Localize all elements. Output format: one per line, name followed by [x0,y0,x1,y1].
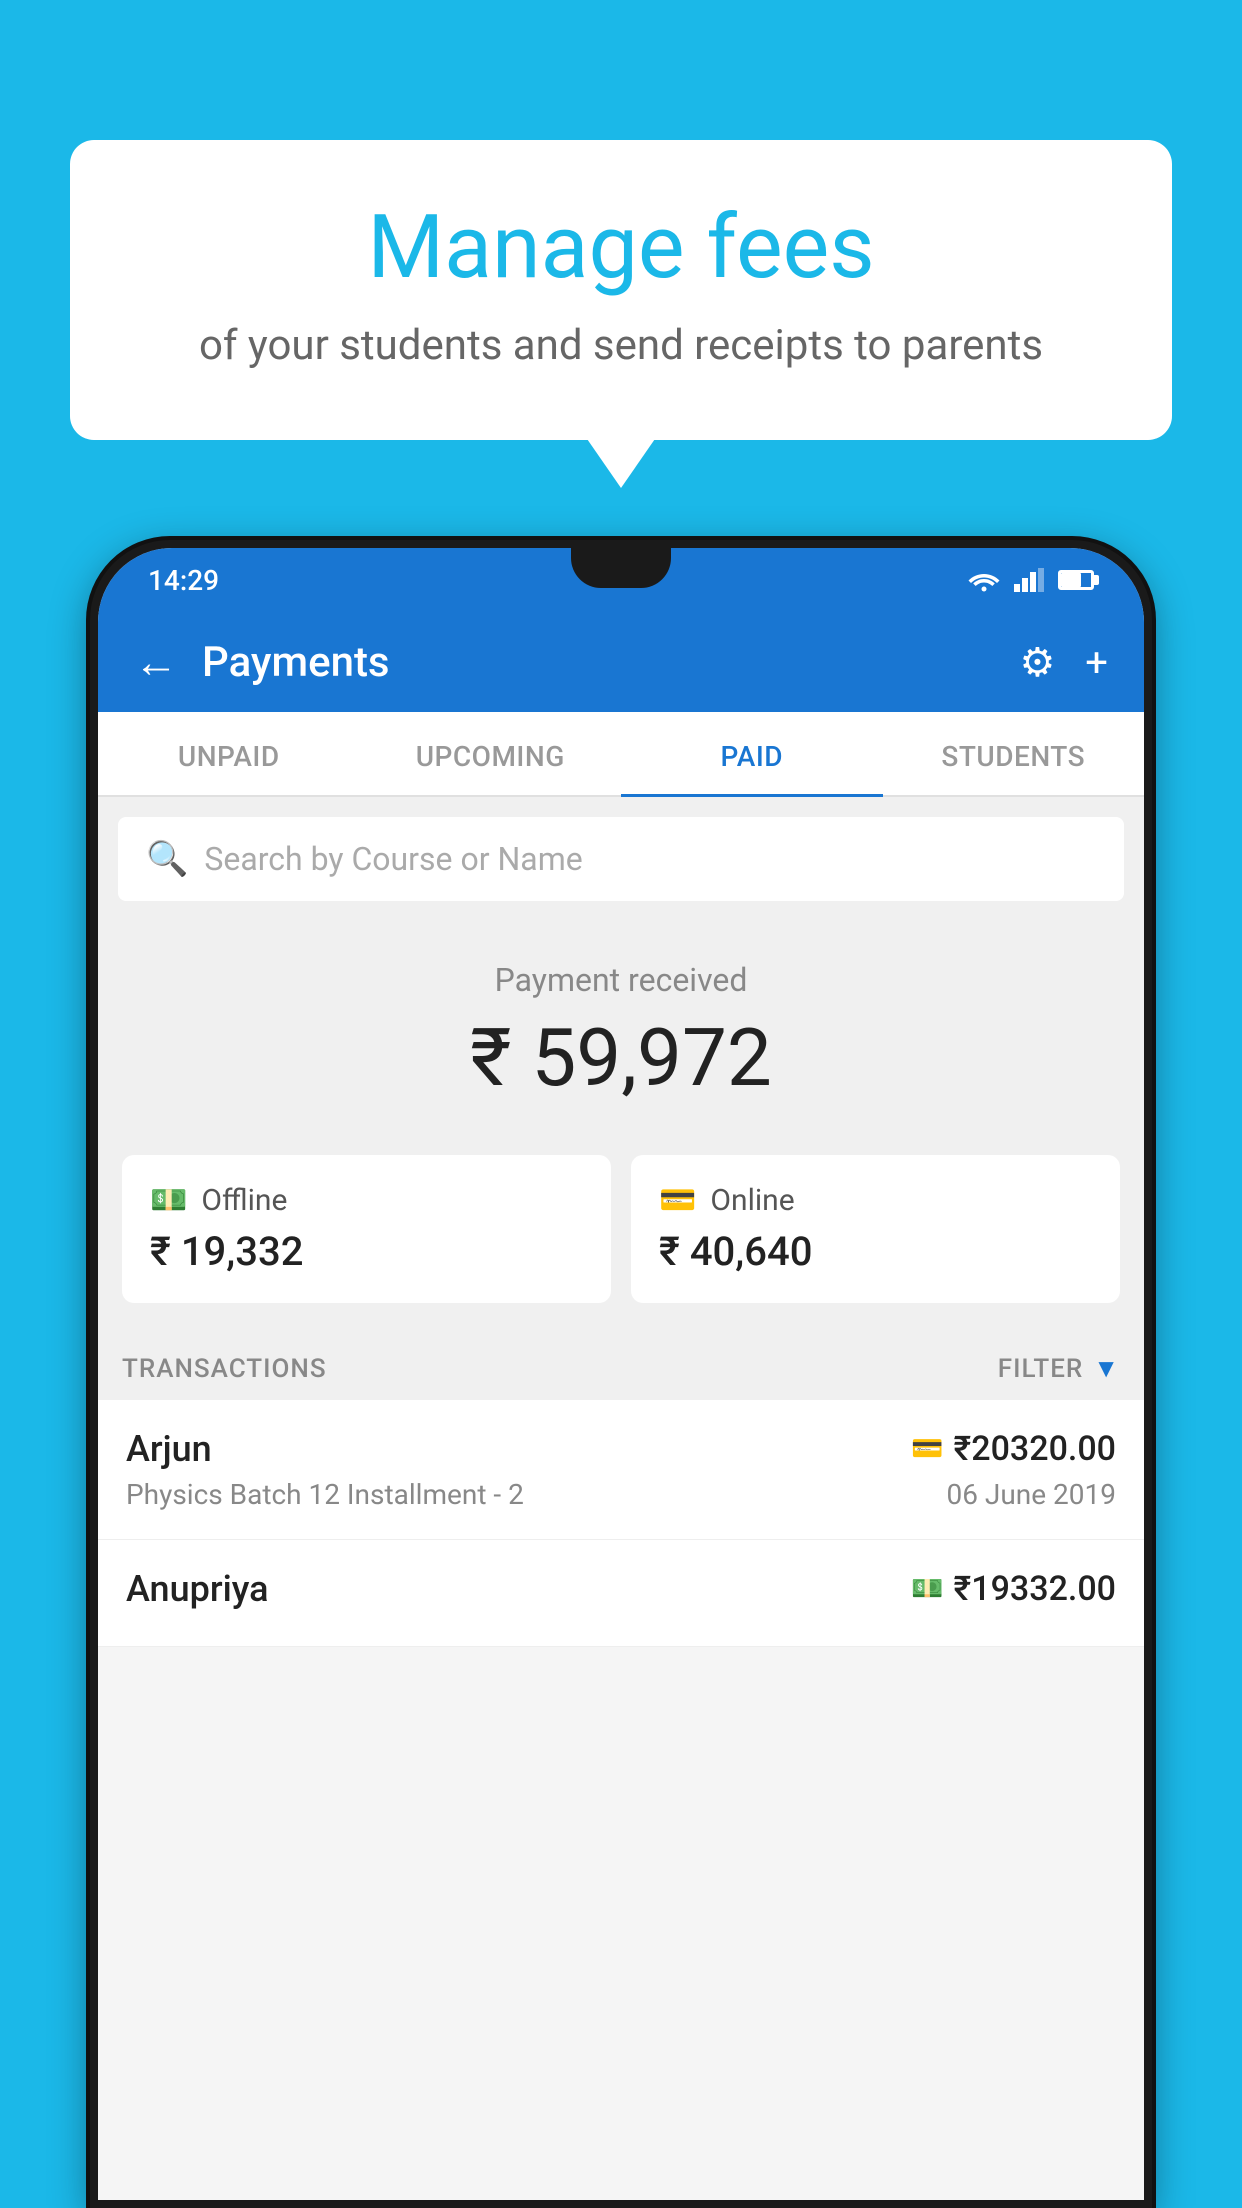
cash-payment-icon: 💵 [911,1574,943,1604]
battery-icon [1058,570,1094,590]
add-icon[interactable]: + [1085,639,1108,686]
offline-card: 💵 Offline ₹ 19,332 [122,1155,611,1303]
transaction-date: 06 June 2019 [946,1478,1116,1511]
speech-bubble-container: Manage fees of your students and send re… [70,140,1172,440]
transaction-row[interactable]: Anupriya 💵 ₹19332.00 [98,1540,1144,1647]
online-card: 💳 Online ₹ 40,640 [631,1155,1120,1303]
tab-upcoming[interactable]: UPCOMING [360,712,622,795]
offline-amount: ₹ 19,332 [150,1228,583,1275]
status-icons [968,568,1094,592]
search-bar[interactable]: 🔍 Search by Course or Name [118,817,1124,901]
online-amount: ₹ 40,640 [659,1228,1092,1275]
status-bar: 14:29 [98,548,1144,612]
transactions-label: TRANSACTIONS [122,1354,327,1384]
transaction-amount: ₹20320.00 [954,1429,1116,1469]
transaction-amount-row: 💳 ₹20320.00 [911,1429,1116,1469]
transaction-name: Arjun [126,1428,212,1470]
filter-icon: ▼ [1093,1353,1120,1384]
page-title: Payments [202,638,1019,687]
phone-frame: 14:29 [90,540,1152,2208]
transaction-course: Physics Batch 12 Installment - 2 [126,1478,524,1511]
payment-cards: 💵 Offline ₹ 19,332 💳 Online ₹ 40,640 [98,1135,1144,1333]
offline-card-header: 💵 Offline [150,1183,583,1218]
tab-students[interactable]: STUDENTS [883,712,1145,795]
transaction-bottom: Physics Batch 12 Installment - 2 06 June… [126,1478,1116,1511]
content-area: 🔍 Search by Course or Name Payment recei… [98,797,1144,1647]
card-icon: 💳 [659,1183,696,1218]
notch [571,548,671,588]
bubble-subtitle: of your students and send receipts to pa… [150,321,1092,370]
signal-icon [1014,568,1044,592]
payment-received-section: Payment received ₹ 59,972 [98,921,1144,1135]
transaction-amount-row: 💵 ₹19332.00 [911,1569,1116,1609]
transaction-top: Anupriya 💵 ₹19332.00 [126,1568,1116,1610]
card-payment-icon: 💳 [911,1434,943,1464]
search-placeholder: Search by Course or Name [204,840,582,878]
wifi-icon [968,568,1000,592]
transaction-amount: ₹19332.00 [954,1569,1116,1609]
offline-label: Offline [201,1183,287,1218]
back-button[interactable]: ← [134,640,178,684]
settings-icon[interactable]: ⚙ [1019,639,1055,686]
status-time: 14:29 [148,564,219,597]
online-label: Online [710,1183,794,1218]
cash-icon: 💵 [150,1183,187,1218]
payment-received-label: Payment received [118,961,1124,999]
transaction-name: Anupriya [126,1568,269,1610]
online-card-header: 💳 Online [659,1183,1092,1218]
phone-screen: 14:29 [98,548,1144,2200]
payment-total-amount: ₹ 59,972 [118,1011,1124,1105]
bubble-title: Manage fees [150,200,1092,297]
speech-bubble: Manage fees of your students and send re… [70,140,1172,440]
app-header: ← Payments ⚙ + [98,612,1144,712]
tabs-bar: UNPAID UPCOMING PAID STUDENTS [98,712,1144,797]
filter-button[interactable]: FILTER ▼ [998,1353,1120,1384]
search-icon: 🔍 [146,839,188,879]
transaction-top: Arjun 💳 ₹20320.00 [126,1428,1116,1470]
filter-label: FILTER [998,1354,1083,1384]
transaction-row[interactable]: Arjun 💳 ₹20320.00 Physics Batch 12 Insta… [98,1400,1144,1540]
tab-paid[interactable]: PAID [621,712,883,795]
tab-unpaid[interactable]: UNPAID [98,712,360,795]
transactions-header: TRANSACTIONS FILTER ▼ [98,1333,1144,1400]
header-actions: ⚙ + [1019,639,1108,686]
